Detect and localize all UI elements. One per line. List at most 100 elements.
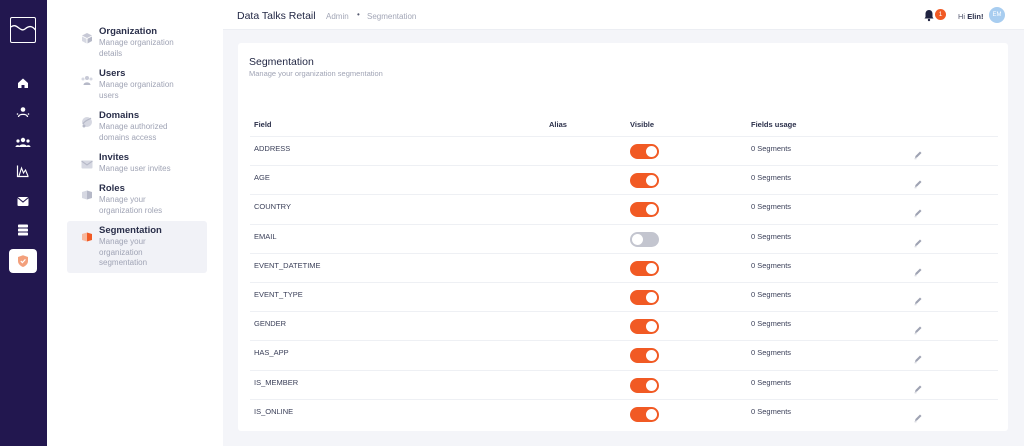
segmentation-icon (80, 230, 94, 244)
subnav-description: Manage user invites (99, 164, 171, 173)
field-name: HAS_APP (254, 348, 289, 358)
pencil-icon[interactable] (913, 205, 923, 218)
user-profile-icon[interactable] (9, 100, 37, 124)
field-name: IS_ONLINE (254, 406, 294, 416)
pencil-icon[interactable] (913, 351, 923, 364)
top-bar: Data Talks Retail Admin • Segmentation 1… (223, 0, 1024, 30)
visible-toggle[interactable] (630, 319, 659, 335)
column-header-alias: Alias (549, 120, 567, 129)
field-name: ADDRESS (254, 144, 291, 153)
breadcrumb-separator: • (357, 10, 360, 19)
database-icon[interactable] (9, 218, 37, 242)
subnav-description: Manage organization users (99, 80, 174, 100)
app-root: Organization Manage organization details… (0, 0, 1024, 446)
field-name: EMAIL (254, 231, 277, 241)
breadcrumb-admin[interactable]: Admin (326, 12, 349, 21)
visible-toggle[interactable] (630, 231, 659, 247)
settings-subnav: Organization Manage organization details… (47, 0, 223, 446)
fields-usage: 0 Segments (751, 231, 792, 241)
user-name: Elin! (967, 12, 984, 21)
analytics-icon[interactable] (9, 159, 37, 183)
avatar[interactable]: EM (989, 7, 1005, 23)
visible-toggle[interactable] (630, 377, 659, 393)
toggle-knob (646, 262, 657, 274)
table-row: IS_MEMBER 0 Segments (250, 369, 998, 399)
fields-usage: 0 Segments (751, 144, 792, 153)
column-header-field: Field (254, 120, 272, 129)
user-greeting: Hi Elin! (958, 12, 983, 21)
field-name: EVENT_DATETIME (254, 260, 321, 270)
subnav-description: Manage organization details (99, 38, 174, 58)
subnav-item-invites[interactable]: Invites Manage user invites (67, 148, 207, 179)
bell-icon[interactable] (922, 8, 936, 22)
domain-icon (80, 115, 94, 129)
subnav-description: Manage your organization segmentation (99, 237, 148, 267)
greeting-text: Hi (958, 12, 966, 21)
subnav-description: Manage authorized domains access (99, 122, 168, 142)
toggle-knob (646, 146, 657, 157)
page-subtitle: Manage your organization segmentation (249, 69, 383, 78)
toggle-knob (646, 175, 657, 187)
subnav-title: Roles (99, 183, 125, 194)
visible-toggle[interactable] (630, 290, 659, 305)
fields-usage: 0 Segments (751, 377, 792, 387)
visible-toggle[interactable] (630, 348, 659, 364)
fields-usage: 0 Segments (751, 260, 792, 270)
visible-toggle[interactable] (630, 173, 659, 189)
users-icon[interactable] (9, 130, 37, 154)
pencil-icon[interactable] (913, 410, 923, 422)
table-row: EVENT_TYPE 0 Segments (250, 282, 998, 311)
visible-toggle[interactable] (630, 260, 659, 276)
visible-toggle[interactable] (630, 144, 659, 159)
fields-usage: 0 Segments (751, 202, 792, 212)
pencil-icon[interactable] (913, 381, 923, 393)
subnav-title: Segmentation (99, 225, 162, 236)
table-row: GENDER 0 Segments (250, 311, 998, 340)
subnav-title: Users (99, 68, 126, 79)
roles-icon (80, 188, 94, 202)
organization-icon (80, 31, 94, 45)
subnav-title: Organization (99, 26, 158, 37)
table-row: COUNTRY 0 Segments (250, 194, 998, 223)
home-icon[interactable] (9, 71, 37, 95)
notification-badge[interactable]: 1 (935, 9, 946, 20)
pencil-icon[interactable] (913, 147, 923, 160)
table-row: EVENT_DATETIME 0 Segments (250, 252, 998, 282)
toggle-knob (646, 321, 657, 333)
field-name: COUNTRY (254, 202, 291, 212)
app-title: Data Talks Retail (237, 10, 316, 22)
segmentation-card: Segmentation Manage your organization se… (238, 43, 1008, 431)
toggle-knob (646, 204, 657, 216)
subnav-item-segmentation[interactable]: Segmentation Manage your organization se… (67, 221, 207, 273)
pencil-icon[interactable] (913, 235, 923, 247)
app-logo[interactable] (10, 17, 36, 43)
toggle-knob (646, 408, 657, 420)
shield-icon[interactable] (9, 249, 37, 273)
envelope-icon (80, 157, 94, 171)
visible-toggle[interactable] (630, 406, 659, 422)
field-name: GENDER (254, 319, 287, 329)
pencil-icon[interactable] (913, 322, 923, 335)
main-nav-rail (0, 0, 47, 446)
table-row: IS_ONLINE 0 Segments (250, 398, 998, 428)
field-name: AGE (254, 173, 270, 183)
subnav-item-roles[interactable]: Roles Manage your organization roles (67, 179, 207, 220)
subnav-item-users[interactable]: Users Manage organization users (67, 64, 207, 105)
mailbox-icon[interactable] (9, 189, 37, 213)
toggle-knob (646, 292, 657, 303)
pencil-icon[interactable] (913, 293, 923, 306)
column-header-visible: Visible (630, 120, 655, 129)
pencil-icon[interactable] (913, 176, 923, 189)
visible-toggle[interactable] (630, 202, 659, 218)
users-icon (80, 73, 94, 87)
table-row: EMAIL 0 Segments (250, 223, 998, 253)
pencil-icon[interactable] (913, 264, 923, 276)
subnav-item-domains[interactable]: Domains Manage authorized domains access (67, 106, 207, 147)
toggle-knob (632, 233, 643, 245)
fields-usage: 0 Segments (751, 290, 792, 299)
subnav-item-organization[interactable]: Organization Manage organization details (67, 22, 207, 63)
column-header-usage: Fields usage (751, 120, 797, 129)
table-row: HAS_APP 0 Segments (250, 340, 998, 369)
fields-usage: 0 Segments (751, 348, 792, 358)
subnav-title: Invites (99, 152, 130, 163)
